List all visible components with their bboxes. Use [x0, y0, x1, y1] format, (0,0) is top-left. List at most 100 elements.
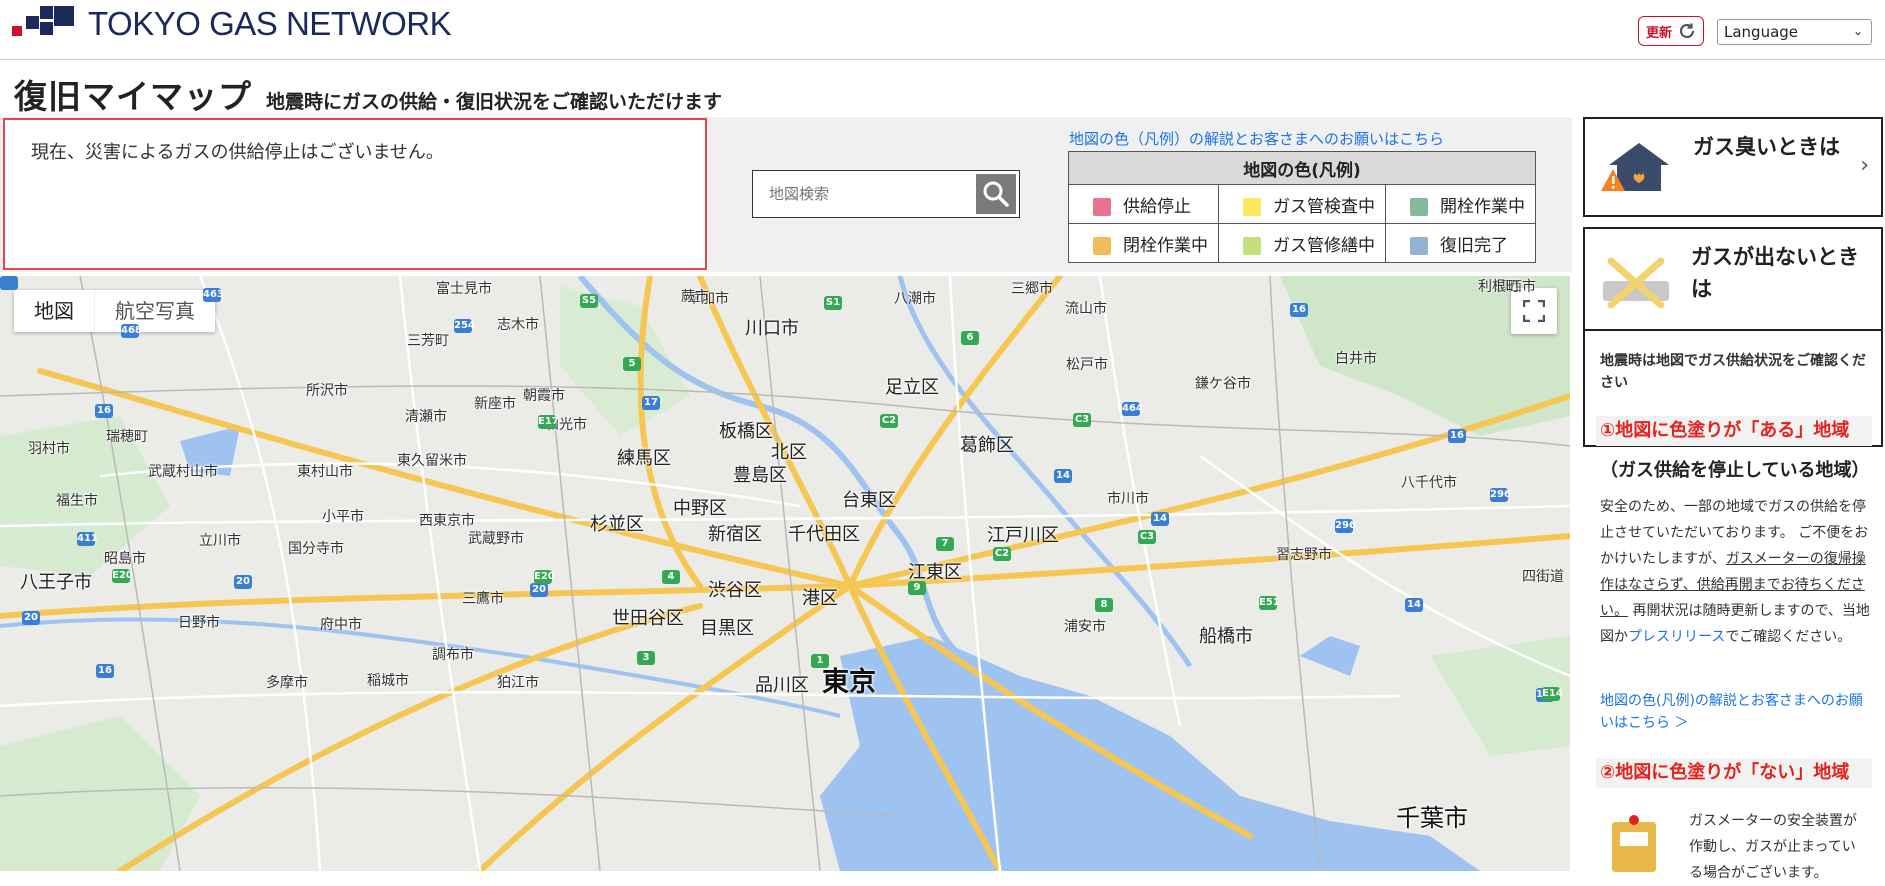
search-button[interactable] [976, 174, 1016, 214]
legend-item: ガス管検査中 [1218, 184, 1386, 224]
logo-text: TOKYO GAS NETWORK [88, 5, 452, 42]
route-shield: 17 [642, 396, 660, 410]
route-shield: 20 [234, 575, 252, 589]
map-label-musashino: 武蔵野市 [468, 531, 524, 547]
map-label-taito: 台東区 [842, 490, 896, 511]
map-search [752, 170, 1020, 218]
sidebar-body-colored: 安全のため、一部の地域でガスの供給を停止させていただいております。 ご不便をおか… [1600, 494, 1870, 650]
route-shield: 14 [1405, 598, 1423, 612]
route-shield: 1 [811, 654, 829, 668]
chevron-right-icon: › [1860, 153, 1869, 178]
legend-swatch [1093, 197, 1111, 216]
map-label-tokorozawa: 所沢市 [306, 383, 348, 399]
route-shield: C2 [993, 547, 1011, 561]
refresh-button[interactable]: 更新 [1638, 16, 1704, 46]
map-label-yachiyo: 八千代市 [1401, 475, 1457, 491]
route-shield: 14 [1151, 512, 1169, 526]
map-label-edogawa: 江戸川区 [987, 525, 1059, 546]
sidebar-body-uncolored: ガスメーターの安全装置が作動し、ガスが止まっている場合がございます。 [1689, 813, 1857, 881]
body-text: でご確認ください。 [1725, 629, 1852, 645]
gas-meter-icon [1612, 815, 1656, 872]
route-shield: 4 [662, 570, 680, 584]
language-select[interactable]: Language ⌄ [1717, 19, 1872, 45]
recovery-map[interactable]: 地図 航空写真 東京 千葉市 船橋市 板橋区 北区 足立区 葛飾区 練馬区 豊島… [0, 276, 1570, 871]
route-shield: C3 [1138, 530, 1156, 544]
legend-item: ガス管修繕中 [1218, 223, 1386, 263]
map-label-setagaya: 世田谷区 [612, 608, 684, 629]
page-title: 復旧マイマップ [14, 77, 252, 116]
route-shield: E20 [534, 570, 555, 584]
map-search-input[interactable] [753, 171, 973, 217]
legend-swatch [1093, 236, 1111, 255]
route-shield: 16 [1448, 429, 1466, 443]
legend-title: 地図の色(凡例) [1068, 151, 1536, 185]
map-label-tokyo: 東京 [822, 667, 876, 698]
map-label-warabi: 蕨市 [681, 289, 709, 305]
map-label-kiyose: 清瀬市 [405, 409, 447, 425]
legend-swatch [1410, 236, 1428, 255]
map-label-fuchu: 府中市 [320, 617, 362, 633]
legend-swatch [1243, 197, 1261, 216]
map-label-yotsukaido: 四街道 [1522, 569, 1564, 585]
map-label-nishitokyo: 西東京市 [419, 513, 475, 529]
legend-label: ガス管修繕中 [1273, 235, 1375, 256]
map-label-mizuho: 瑞穂町 [106, 429, 148, 445]
map-type-map[interactable]: 地図 [14, 290, 94, 332]
route-shield: 5 [623, 357, 641, 371]
supply-notice: 現在、災害によるガスの供給停止はございません。 [3, 118, 707, 270]
sidebar-legend-link[interactable]: 地図の色(凡例)の解説とお客さまへのお願いはこちら ＞ [1600, 690, 1870, 734]
route-shield: S5 [580, 294, 598, 308]
route-shield: E20 [112, 569, 133, 583]
route-shield: E17 [538, 415, 559, 429]
map-label-ichikawa: 市川市 [1107, 491, 1149, 507]
fullscreen-icon [1523, 300, 1545, 322]
logo-mark-icon [12, 4, 80, 44]
route-shield: E14 [1542, 687, 1563, 701]
map-label-nerima: 練馬区 [617, 448, 671, 469]
map-label-minato: 港区 [802, 588, 838, 609]
language-label: Language [1724, 23, 1799, 41]
route-shield: 463 [203, 288, 224, 302]
route-shield: 7 [936, 537, 954, 551]
map-label-funabashi: 船橋市 [1199, 626, 1253, 647]
route-shield: C2 [880, 414, 898, 428]
map-label-katsushika: 葛飾区 [960, 435, 1014, 456]
refresh-label: 更新 [1645, 25, 1672, 41]
notice-text: 現在、災害によるガスの供給停止はございません。 [31, 142, 444, 163]
route-shield: 16 [95, 404, 113, 418]
map-label-higashimurayama: 東村山市 [297, 464, 353, 480]
chevron-down-icon: ⌄ [1852, 24, 1863, 38]
map-type-control: 地図 航空写真 [14, 290, 215, 332]
sidebar-intro: 地震時は地図でガス供給状況をご確認ください [1600, 353, 1866, 391]
sidebar-heading-uncolored: ②地図に色塗りが「ない」地域 [1596, 758, 1872, 788]
map-label-tachikawa: 立川市 [199, 533, 241, 549]
press-release-link[interactable]: プレスリリース [1628, 629, 1725, 645]
gas-stove-off-icon [1603, 257, 1669, 309]
map-label-misato: 三郷市 [1011, 281, 1053, 297]
legend-item: 開栓作業中 [1385, 184, 1536, 224]
route-shield [0, 276, 18, 290]
legend-label: 復旧完了 [1440, 235, 1508, 256]
map-legend: 地図の色(凡例) 供給停止 ガス管検査中 開栓作業中 閉栓作業中 ガス管修繕中 … [1068, 151, 1536, 263]
map-label-suginami: 杉並区 [590, 514, 644, 535]
route-shield: E51 [1259, 596, 1280, 610]
map-label-shibuya: 渋谷区 [708, 580, 762, 601]
gas-smell-card[interactable]: ガス臭いときは › [1583, 117, 1883, 217]
legend-swatch [1410, 197, 1428, 216]
legend-help-link[interactable]: 地図の色（凡例）の解説とお客さまへのお願いはこちら [1069, 128, 1444, 149]
refresh-icon [1679, 23, 1695, 39]
legend-label: 供給停止 [1123, 196, 1191, 217]
map-label-hachioji: 八王子市 [20, 572, 92, 593]
page-subtitle: 地震時にガスの供給・復旧状況をご確認いただけます [266, 91, 723, 113]
site-header: TOKYO GAS NETWORK 更新 Language ⌄ [0, 0, 1885, 60]
map-label-narashino: 習志野市 [1276, 547, 1332, 563]
map-label-hino: 日野市 [178, 615, 220, 631]
map-type-satellite[interactable]: 航空写真 [94, 290, 215, 332]
tokyo-gas-logo[interactable]: TOKYO GAS NETWORK [12, 4, 452, 44]
map-label-adachi: 足立区 [885, 377, 939, 398]
no-gas-card[interactable]: ガスが出ないときは [1583, 227, 1883, 447]
map-label-shinjuku: 新宿区 [708, 524, 762, 545]
map-label-niiza: 新座市 [474, 396, 516, 412]
map-label-nakano: 中野区 [673, 498, 727, 519]
map-label-kokubunji: 国分寺市 [288, 541, 344, 557]
